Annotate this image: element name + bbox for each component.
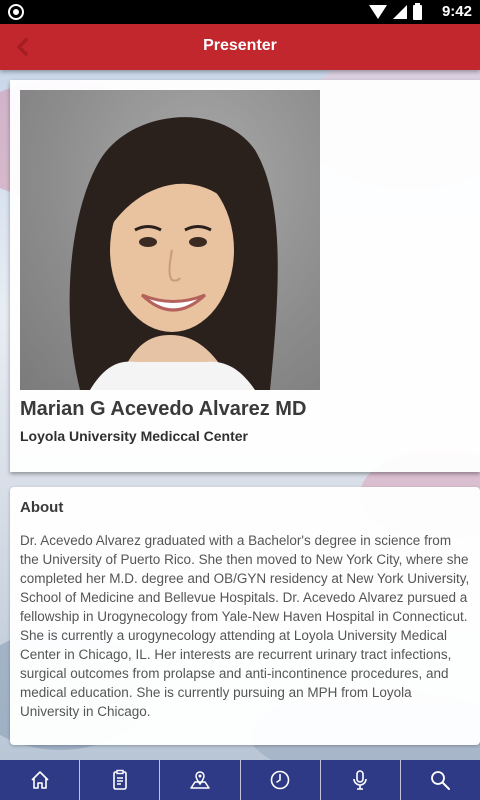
app-header: Presenter <box>0 24 480 70</box>
signal-icon <box>393 5 407 19</box>
nav-schedule-button[interactable] <box>80 760 161 800</box>
about-text: Dr. Acevedo Alvarez graduated with a Bac… <box>20 533 470 719</box>
bottom-navigation <box>0 760 480 800</box>
presenter-organization: Loyola University Medicсal Center <box>20 428 248 444</box>
about-card: About Dr. Acevedo Alvarez graduated with… <box>10 487 480 745</box>
notification-icon <box>8 4 24 20</box>
schedule-icon <box>112 769 127 790</box>
nav-search-button[interactable] <box>401 760 480 800</box>
search-icon <box>431 771 451 790</box>
nav-home-button[interactable] <box>0 760 81 800</box>
about-heading: About <box>20 499 64 516</box>
nav-clock-button[interactable] <box>241 760 321 800</box>
clock-icon <box>270 770 290 790</box>
presenter-card: Marian G Acevedo Alvarez MD Loyola Unive… <box>10 80 480 472</box>
wifi-icon <box>369 5 387 19</box>
microphone-icon <box>353 770 368 790</box>
map-icon <box>190 771 210 789</box>
nav-map-button[interactable] <box>160 760 241 800</box>
status-bar: 9:42 <box>0 0 480 24</box>
nav-microphone-button[interactable] <box>321 760 401 800</box>
presenter-photo <box>20 90 320 390</box>
home-icon <box>31 771 49 789</box>
page-title: Presenter <box>203 37 277 54</box>
presenter-name: Marian G Acevedo Alvarez MD <box>20 398 307 420</box>
status-time: 9:42 <box>441 3 472 20</box>
battery-icon <box>413 2 422 20</box>
status-icons <box>369 2 422 20</box>
